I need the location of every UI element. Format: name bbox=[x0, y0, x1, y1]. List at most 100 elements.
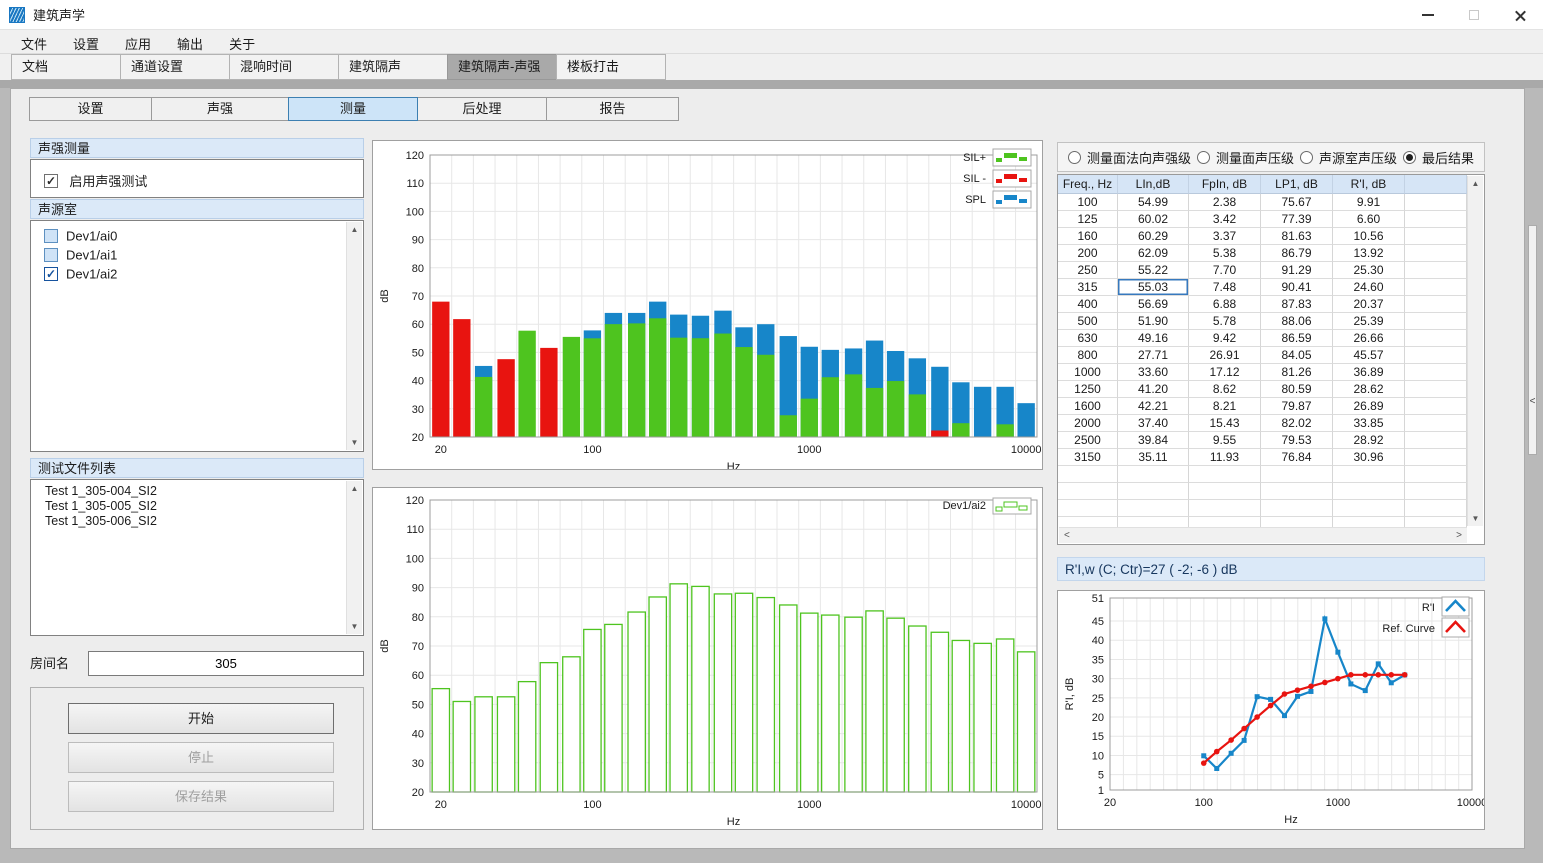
table-cell[interactable]: 6.88 bbox=[1189, 296, 1261, 313]
panel-collapse-handle[interactable]: < bbox=[1528, 225, 1537, 455]
table-cell[interactable] bbox=[1405, 415, 1467, 432]
scroll-up-icon[interactable]: ▲ bbox=[351, 225, 359, 234]
table-cell[interactable]: 84.05 bbox=[1261, 347, 1333, 364]
main-tab[interactable]: 通道设置 bbox=[120, 54, 230, 80]
table-cell[interactable]: 630 bbox=[1058, 330, 1118, 347]
table-cell[interactable]: 2000 bbox=[1058, 415, 1118, 432]
table-cell[interactable] bbox=[1405, 364, 1467, 381]
close-button[interactable] bbox=[1497, 0, 1543, 30]
table-cell[interactable]: 75.67 bbox=[1261, 194, 1333, 211]
table-cell[interactable]: 49.16 bbox=[1118, 330, 1189, 347]
table-cell[interactable] bbox=[1405, 381, 1467, 398]
scroll-up-icon[interactable]: ▲ bbox=[1472, 179, 1480, 188]
table-row[interactable]: 63049.169.4286.5926.66 bbox=[1058, 330, 1467, 347]
table-cell[interactable]: 51.90 bbox=[1118, 313, 1189, 330]
maximize-button[interactable] bbox=[1451, 0, 1497, 30]
table-cell[interactable]: 3.42 bbox=[1189, 211, 1261, 228]
table-cell[interactable]: 77.39 bbox=[1261, 211, 1333, 228]
main-tab[interactable]: 建筑隔声 bbox=[338, 54, 448, 80]
table-cell[interactable]: 82.02 bbox=[1261, 415, 1333, 432]
scroll-down-icon[interactable]: ▼ bbox=[351, 622, 359, 631]
menu-item[interactable]: 文件 bbox=[8, 30, 60, 57]
table-cell[interactable]: 1250 bbox=[1058, 381, 1118, 398]
test-file-item[interactable]: Test 1_305-006_SI2 bbox=[31, 514, 363, 529]
test-file-item[interactable]: Test 1_305-004_SI2 bbox=[31, 484, 363, 499]
table-row[interactable]: 250039.849.5579.5328.92 bbox=[1058, 432, 1467, 449]
table-cell[interactable] bbox=[1405, 194, 1467, 211]
save-results-button[interactable]: 保存结果 bbox=[68, 781, 334, 812]
table-cell[interactable]: 62.09 bbox=[1118, 245, 1189, 262]
table-cell[interactable] bbox=[1405, 398, 1467, 415]
table-cell[interactable]: 39.84 bbox=[1118, 432, 1189, 449]
checkbox-icon[interactable] bbox=[44, 229, 58, 243]
table-row[interactable]: 160042.218.2179.8726.89 bbox=[1058, 398, 1467, 415]
sub-tab[interactable]: 测量 bbox=[288, 97, 418, 121]
table-cell[interactable]: 8.21 bbox=[1189, 398, 1261, 415]
scroll-down-icon[interactable]: ▼ bbox=[351, 438, 359, 447]
table-cell[interactable]: 6.60 bbox=[1333, 211, 1405, 228]
source-room-item[interactable]: Dev1/ai1 bbox=[31, 245, 363, 264]
table-row[interactable]: 31555.037.4890.4124.60 bbox=[1058, 279, 1467, 296]
enable-intensity-checkbox[interactable]: ✓ bbox=[44, 174, 58, 188]
table-cell[interactable]: 315 bbox=[1058, 279, 1118, 296]
table-cell[interactable] bbox=[1405, 449, 1467, 466]
table-cell[interactable]: 5.38 bbox=[1189, 245, 1261, 262]
table-cell[interactable] bbox=[1405, 279, 1467, 296]
sub-tab[interactable]: 后处理 bbox=[417, 97, 547, 121]
table-cell[interactable]: 54.99 bbox=[1118, 194, 1189, 211]
table-cell[interactable]: 3150 bbox=[1058, 449, 1118, 466]
table-cell[interactable]: 13.92 bbox=[1333, 245, 1405, 262]
table-cell[interactable]: 1600 bbox=[1058, 398, 1118, 415]
table-cell[interactable]: 37.40 bbox=[1118, 415, 1189, 432]
table-horizontal-scrollbar[interactable]: < > bbox=[1059, 527, 1467, 543]
table-cell[interactable] bbox=[1405, 245, 1467, 262]
table-cell[interactable]: 8.62 bbox=[1189, 381, 1261, 398]
radio-option[interactable]: 测量面声压级 bbox=[1197, 148, 1294, 167]
table-row[interactable]: 16060.293.3781.6310.56 bbox=[1058, 228, 1467, 245]
sub-tab[interactable]: 声强 bbox=[151, 97, 289, 121]
table-cell[interactable]: 81.26 bbox=[1261, 364, 1333, 381]
table-cell[interactable]: 45.57 bbox=[1333, 347, 1405, 364]
table-cell[interactable]: 9.55 bbox=[1189, 432, 1261, 449]
table-cell[interactable]: 400 bbox=[1058, 296, 1118, 313]
radio-option[interactable]: 声源室声压级 bbox=[1300, 148, 1397, 167]
table-cell[interactable]: 27.71 bbox=[1118, 347, 1189, 364]
table-cell[interactable]: 1000 bbox=[1058, 364, 1118, 381]
scroll-right-icon[interactable]: > bbox=[1456, 530, 1462, 541]
sub-tab[interactable]: 报告 bbox=[546, 97, 679, 121]
table-cell[interactable]: 5.78 bbox=[1189, 313, 1261, 330]
main-tab[interactable]: 楼板打击 bbox=[556, 54, 666, 80]
table-row[interactable]: 25055.227.7091.2925.30 bbox=[1058, 262, 1467, 279]
radio-option[interactable]: 最后结果 bbox=[1403, 148, 1474, 167]
table-cell[interactable]: 11.93 bbox=[1189, 449, 1261, 466]
table-cell[interactable]: 80.59 bbox=[1261, 381, 1333, 398]
radio-option[interactable]: 测量面法向声强级 bbox=[1068, 148, 1191, 167]
room-name-input[interactable] bbox=[88, 651, 364, 676]
table-cell[interactable]: 88.06 bbox=[1261, 313, 1333, 330]
menu-item[interactable]: 关于 bbox=[216, 30, 268, 57]
test-file-scrollbar[interactable]: ▲ ▼ bbox=[346, 481, 362, 634]
table-cell[interactable]: 10.56 bbox=[1333, 228, 1405, 245]
table-cell[interactable]: 42.21 bbox=[1118, 398, 1189, 415]
source-room-item[interactable]: ✓Dev1/ai2 bbox=[31, 264, 363, 283]
table-cell[interactable]: 87.83 bbox=[1261, 296, 1333, 313]
table-cell[interactable]: 200 bbox=[1058, 245, 1118, 262]
test-file-item[interactable]: Test 1_305-005_SI2 bbox=[31, 499, 363, 514]
table-cell[interactable]: 91.29 bbox=[1261, 262, 1333, 279]
table-cell[interactable]: 20.37 bbox=[1333, 296, 1405, 313]
table-cell[interactable]: 33.60 bbox=[1118, 364, 1189, 381]
table-cell[interactable]: 26.89 bbox=[1333, 398, 1405, 415]
table-cell[interactable]: 56.69 bbox=[1118, 296, 1189, 313]
table-vertical-scrollbar[interactable]: ▲ ▼ bbox=[1467, 176, 1483, 526]
scroll-down-icon[interactable]: ▼ bbox=[1472, 514, 1480, 523]
menu-item[interactable]: 设置 bbox=[60, 30, 112, 57]
table-cell[interactable]: 81.63 bbox=[1261, 228, 1333, 245]
minimize-button[interactable] bbox=[1405, 0, 1451, 30]
table-row[interactable]: 125041.208.6280.5928.62 bbox=[1058, 381, 1467, 398]
table-cell[interactable] bbox=[1405, 432, 1467, 449]
table-row[interactable]: 315035.1111.9376.8430.96 bbox=[1058, 449, 1467, 466]
table-row[interactable]: 100033.6017.1281.2636.89 bbox=[1058, 364, 1467, 381]
scroll-left-icon[interactable]: < bbox=[1064, 530, 1070, 541]
source-room-item[interactable]: Dev1/ai0 bbox=[31, 226, 363, 245]
table-cell[interactable]: 41.20 bbox=[1118, 381, 1189, 398]
